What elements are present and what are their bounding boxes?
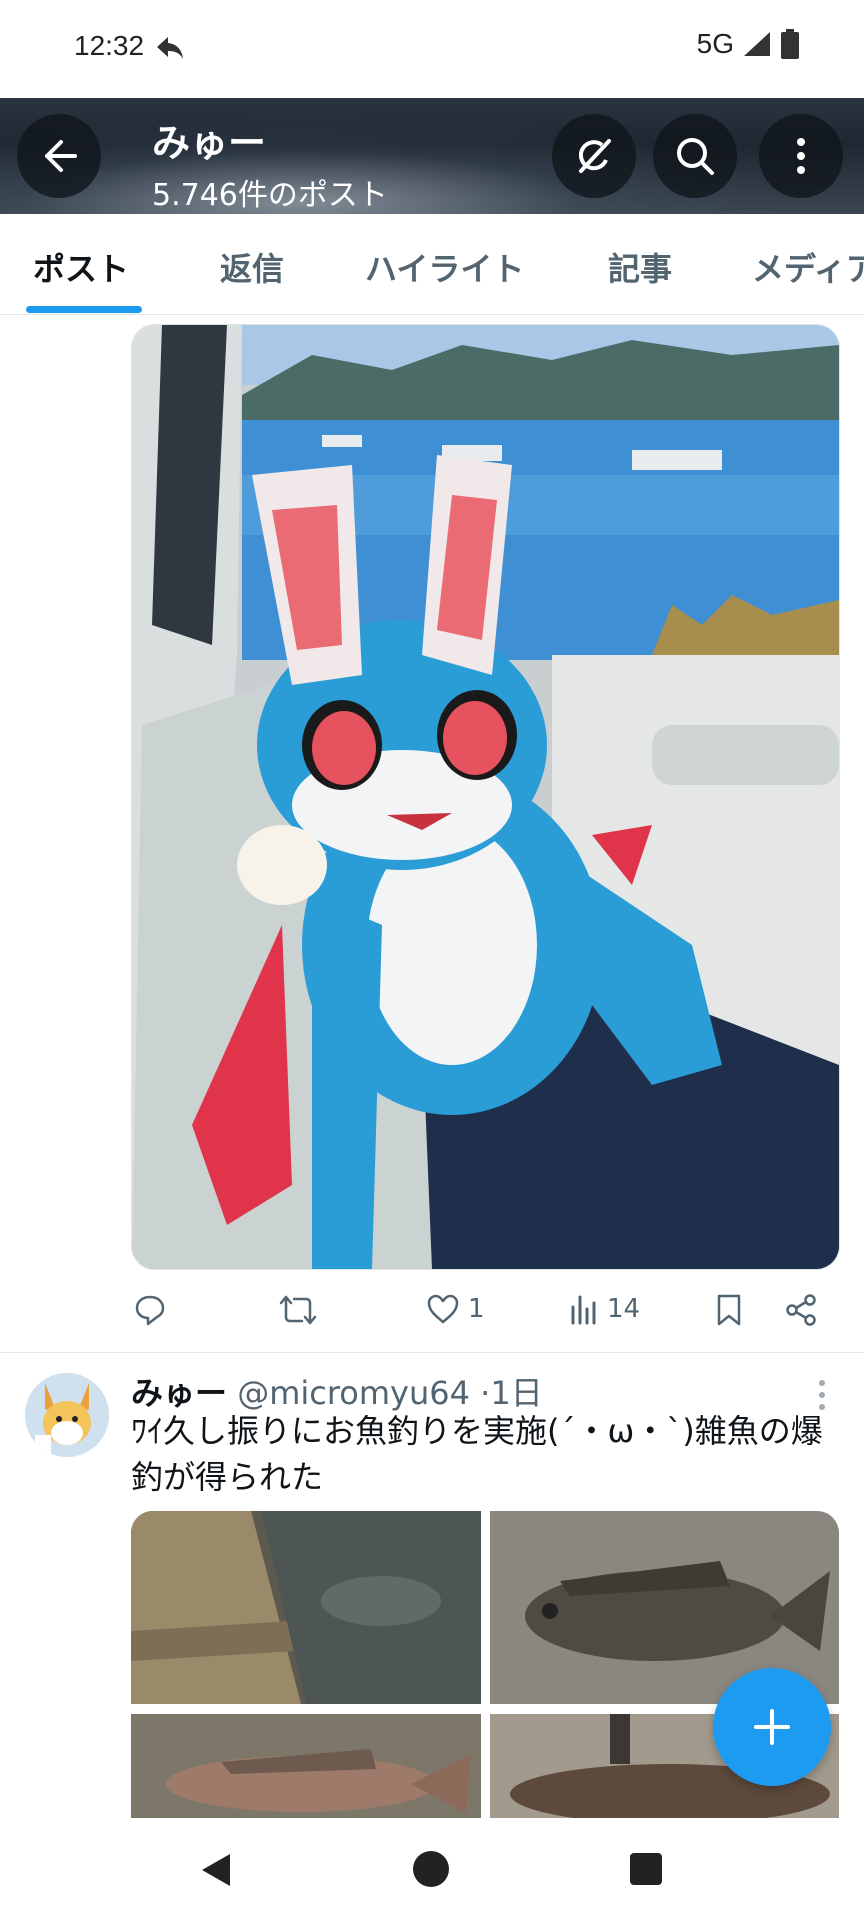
tab-highlights[interactable]: ハイライト	[365, 244, 524, 290]
avatar[interactable]	[25, 1373, 109, 1457]
search-button[interactable]	[653, 114, 737, 198]
nav-back-icon[interactable]	[198, 1851, 234, 1889]
author-handle[interactable]: @micromyu64	[237, 1374, 470, 1412]
fish-photo-2	[131, 1714, 481, 1818]
post-image-1[interactable]	[131, 1511, 481, 1704]
bookmark-icon	[717, 1294, 741, 1326]
active-tab-indicator	[26, 306, 142, 313]
share-action[interactable]	[784, 1293, 818, 1327]
status-bar: 12:32 5G	[0, 0, 864, 98]
post-time: ·1日	[480, 1374, 543, 1412]
post-count: 5.746件のポスト	[152, 178, 388, 213]
share-icon	[786, 1294, 816, 1326]
nav-recents-icon[interactable]	[630, 1853, 662, 1885]
like-action[interactable]: 1	[426, 1293, 485, 1325]
compose-button[interactable]	[713, 1668, 831, 1786]
profile-name: みゅー	[152, 121, 267, 165]
reply-arrow-icon	[157, 37, 183, 59]
grok-button[interactable]	[552, 114, 636, 198]
back-arrow-icon	[45, 140, 77, 172]
status-right: 5G	[697, 28, 800, 60]
battery-icon	[781, 29, 799, 59]
more-vertical-icon	[797, 138, 805, 174]
post-text: ﾜｲ久し振りにお魚釣りを実施(´・ω・`)雑魚の爆釣が得られた	[131, 1412, 823, 1496]
post-media-image[interactable]	[131, 324, 840, 1270]
pier-photo	[131, 1511, 481, 1704]
heart-icon	[427, 1294, 459, 1324]
grok-icon	[578, 139, 611, 173]
search-icon	[677, 138, 714, 175]
tab-posts[interactable]: ポスト	[33, 244, 129, 290]
status-time: 12:32	[74, 30, 145, 61]
back-button[interactable]	[17, 114, 101, 198]
avatar-image	[25, 1373, 109, 1457]
bookmark-action[interactable]	[714, 1293, 744, 1327]
reply-action[interactable]	[133, 1293, 175, 1327]
repost-icon	[279, 1295, 317, 1325]
profile-tabs: ポスト 返信 ハイライト 記事 メディア	[0, 214, 864, 315]
more-button[interactable]	[759, 114, 843, 198]
tab-media[interactable]: メディア	[752, 244, 864, 290]
signal-icon	[744, 32, 770, 56]
plus-icon	[754, 1709, 790, 1745]
plush-photo	[132, 325, 839, 1269]
post-image-3[interactable]	[131, 1714, 481, 1818]
views-chart-icon	[571, 1295, 596, 1325]
network-label: 5G	[696, 28, 734, 59]
repost-action[interactable]	[278, 1293, 326, 1327]
views-count: 14	[607, 1294, 641, 1324]
reply-icon	[135, 1295, 165, 1326]
author-name[interactable]: みゅー	[131, 1374, 227, 1412]
views-action[interactable]: 14	[569, 1293, 640, 1325]
post-actions: 1 14	[0, 1285, 864, 1335]
nav-home-icon[interactable]	[413, 1851, 449, 1887]
profile-header: みゅー 5.746件のポスト	[0, 98, 864, 214]
tab-articles[interactable]: 記事	[608, 244, 672, 290]
post-divider	[0, 1352, 864, 1353]
like-count: 1	[468, 1294, 485, 1324]
tab-replies[interactable]: 返信	[220, 244, 284, 290]
